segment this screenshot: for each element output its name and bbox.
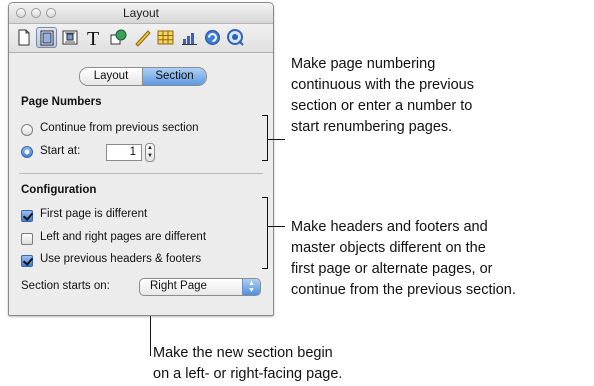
stepper-down-icon[interactable]: ▼ (147, 153, 153, 159)
callout-line: continue from the previous section. (291, 282, 516, 298)
title-bar[interactable]: Layout (9, 3, 273, 24)
bracket-bottom-tick (262, 268, 268, 269)
document-icon[interactable] (13, 27, 34, 48)
start-at-radio[interactable] (21, 146, 33, 158)
layout-icon[interactable] (36, 27, 57, 48)
continue-radio[interactable] (21, 124, 33, 136)
wrap-icon[interactable] (60, 27, 81, 48)
stepper-up-icon[interactable]: ▲ (147, 145, 153, 151)
use-previous-label[interactable]: Use previous headers & footers (40, 253, 201, 265)
bracket-bottom-tick (262, 160, 268, 161)
popup-arrows-icon: ▲ ▼ (242, 279, 260, 295)
table-icon[interactable] (155, 27, 176, 48)
bracket-pointer (267, 139, 285, 140)
first-page-checkbox[interactable] (21, 210, 33, 222)
bracket-vertical (267, 115, 268, 161)
quicktime-icon[interactable] (225, 27, 246, 48)
continue-label[interactable]: Continue from previous section (40, 122, 199, 134)
tab-layout[interactable]: Layout (80, 68, 143, 85)
callout-line: start renumbering pages. (291, 119, 453, 135)
popup-pointer-line (150, 316, 151, 356)
section-starts-value: Right Page (150, 280, 207, 292)
callout-line: Make headers and footers and (291, 219, 488, 235)
metrics-icon[interactable] (132, 27, 153, 48)
tab-switcher: Layout Section (79, 67, 207, 86)
configuration-heading: Configuration (21, 184, 97, 196)
callout-line: first page or alternate pages, or (291, 261, 493, 277)
bracket-vertical (267, 197, 268, 269)
left-right-checkbox[interactable] (21, 233, 33, 245)
tab-section[interactable]: Section (143, 68, 206, 85)
callout-headers-footers: Make headers and footers and master obje… (291, 217, 516, 301)
section-divider (19, 173, 263, 174)
graphic-icon[interactable] (108, 27, 129, 48)
link-icon[interactable] (202, 27, 223, 48)
callout-line: Make the new section begin (153, 345, 333, 361)
callout-line: Make page numbering (291, 56, 436, 72)
first-page-label[interactable]: First page is different (40, 208, 147, 220)
callout-line: section or enter a number to (291, 98, 473, 114)
callout-line: on a left- or right-facing page. (153, 366, 343, 382)
left-right-label[interactable]: Left and right pages are different (40, 231, 206, 243)
start-at-input[interactable]: 1 (106, 144, 142, 161)
window-title: Layout (122, 6, 160, 20)
inspector-window: Layout T Layout Section Page Numbers Con… (8, 2, 274, 316)
bracket-pointer (267, 226, 285, 227)
callout-section-begin: Make the new section begin on a left- or… (153, 343, 342, 385)
callout-page-numbering: Make page numbering continuous with the … (291, 54, 474, 138)
chart-icon[interactable] (179, 27, 200, 48)
section-starts-popup[interactable]: Right Page ▲ ▼ (139, 278, 261, 296)
callout-line: continuous with the previous (291, 77, 474, 93)
inspector-toolbar: T (9, 24, 273, 53)
text-icon[interactable]: T (84, 27, 105, 48)
page-numbers-heading: Page Numbers (21, 96, 102, 108)
svg-text:T: T (87, 28, 99, 48)
use-previous-checkbox[interactable] (21, 255, 33, 267)
callout-line: master objects different on the (291, 240, 486, 256)
section-starts-label: Section starts on: (21, 280, 110, 292)
start-at-stepper[interactable]: ▲ ▼ (145, 143, 155, 162)
start-at-label[interactable]: Start at: (40, 145, 80, 157)
